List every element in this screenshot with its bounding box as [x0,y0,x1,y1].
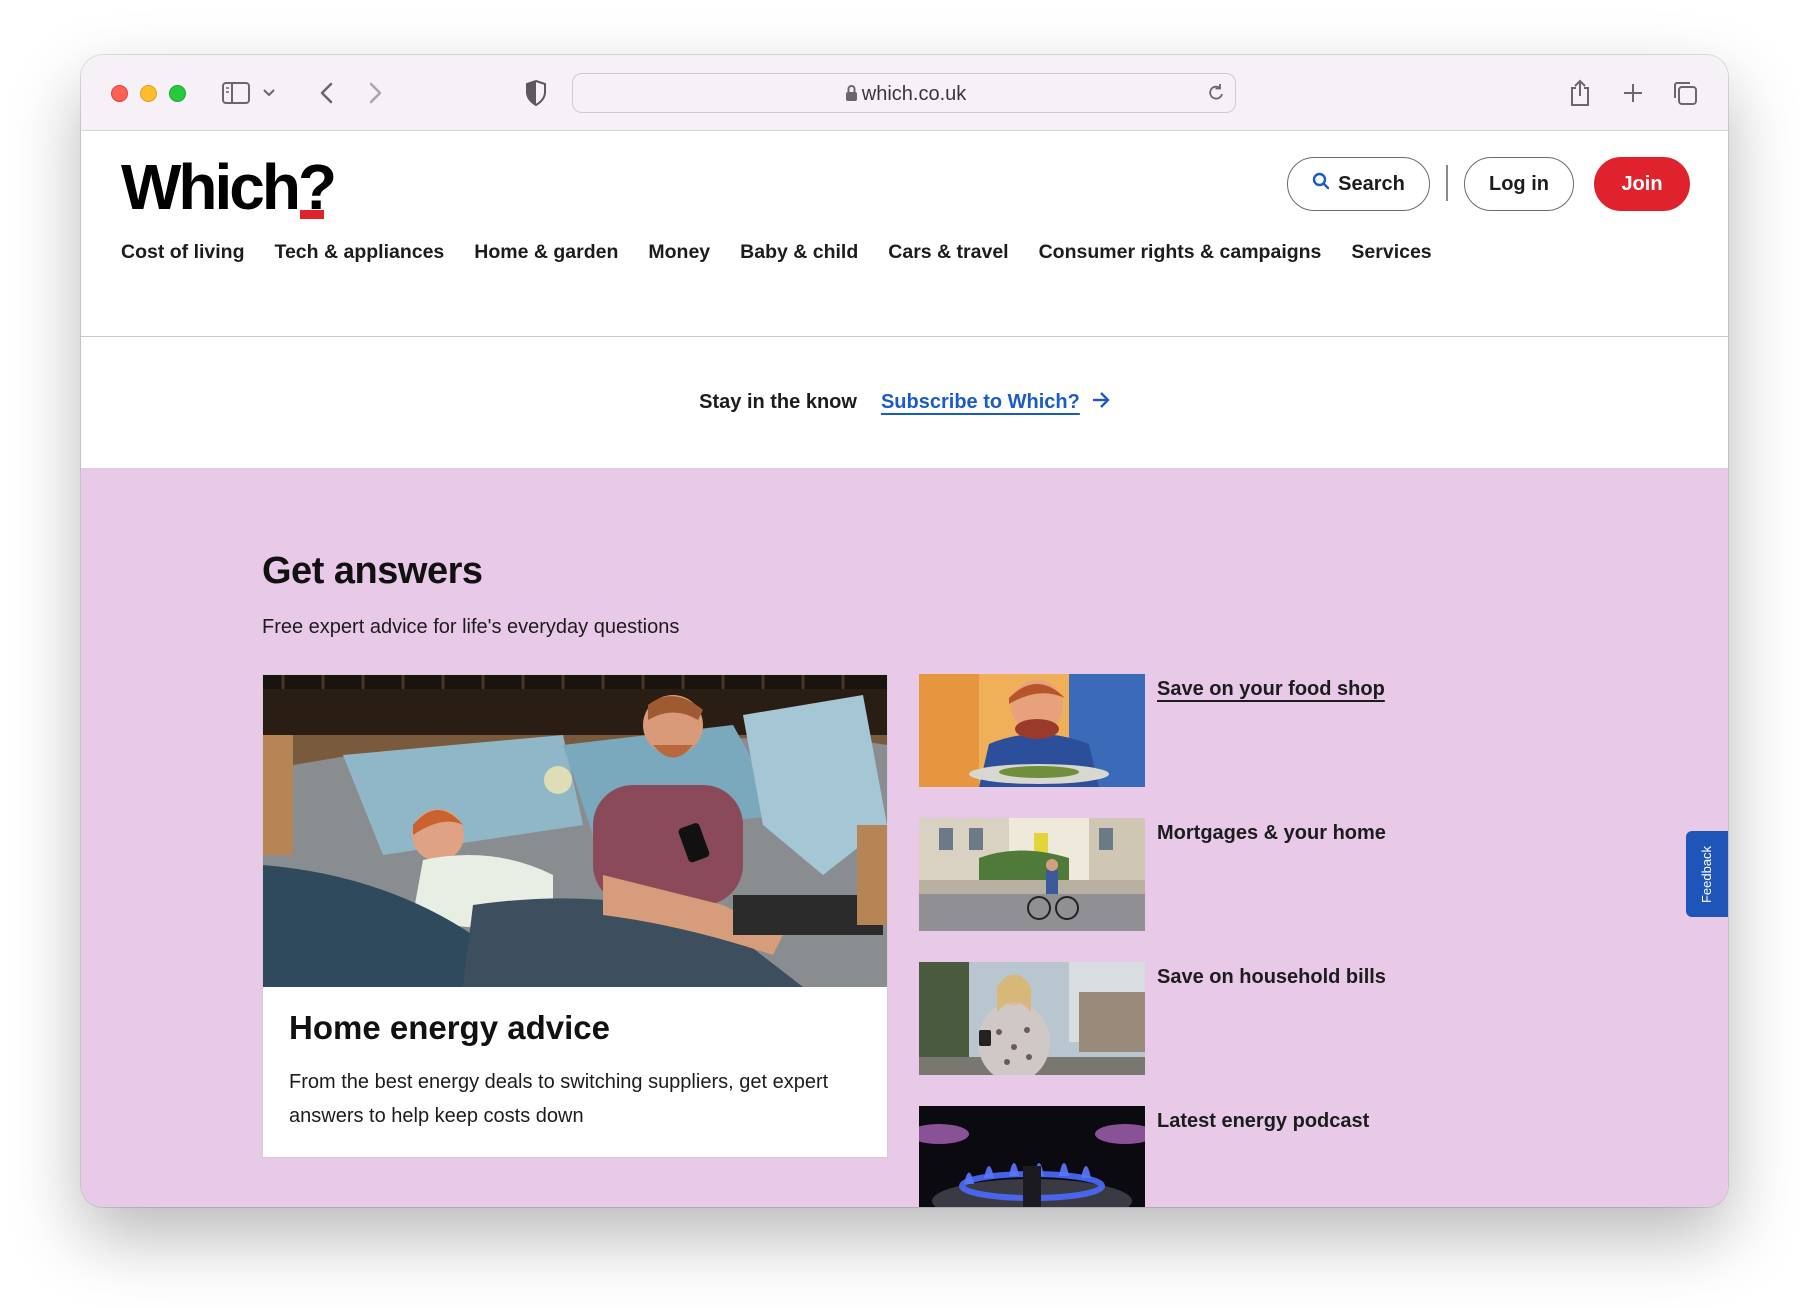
privacy-shield-icon[interactable] [521,77,551,109]
site-header: Which? Search Log in Join Cost of living… [81,131,1728,337]
login-button[interactable]: Log in [1464,157,1574,211]
subscribe-link[interactable]: Subscribe to Which? [881,391,1110,414]
back-arrow-icon[interactable] [311,77,341,109]
nav-home-garden[interactable]: Home & garden [474,241,618,264]
feedback-tab[interactable]: Feedback [1686,831,1728,917]
thumbnail-gas-flame [919,1106,1145,1207]
nav-baby-child[interactable]: Baby & child [740,241,858,264]
nav-money[interactable]: Money [648,241,710,264]
list-item-household-bills[interactable]: Save on household bills [919,962,1419,1076]
feature-title[interactable]: Home energy advice [289,1009,610,1047]
list-item-food-shop[interactable]: Save on your food shop [919,674,1419,788]
nav-tech-appliances[interactable]: Tech & appliances [275,241,445,264]
sidebar-icon[interactable] [221,77,251,109]
thumbnail-cyclist-street [919,818,1145,931]
section-subtitle: Free expert advice for life's everyday q… [262,616,680,638]
which-logo[interactable]: Which? [121,151,337,223]
search-button[interactable]: Search [1287,157,1430,211]
nav-services[interactable]: Services [1351,241,1431,264]
list-item-label[interactable]: Mortgages & your home [1157,822,1386,845]
subscribe-link-label: Subscribe to Which? [880,391,1080,413]
list-item-label[interactable]: Save on household bills [1157,966,1386,989]
main-navigation: Cost of living Tech & appliances Home & … [121,241,1432,264]
browser-toolbar: which.co.uk [81,55,1728,131]
list-item-label[interactable]: Save on your food shop [1157,678,1385,701]
chevron-down-icon[interactable] [261,77,277,109]
section-title: Get answers [262,550,483,592]
arrow-right-icon [1092,391,1110,414]
thumbnail-boy-eating [919,674,1145,787]
list-item-label[interactable]: Latest energy podcast [1157,1110,1369,1133]
logo-text: Which [121,151,301,223]
reload-icon[interactable] [1207,83,1225,108]
feature-image-family-in-bed [263,675,887,987]
nav-cost-of-living[interactable]: Cost of living [121,241,245,264]
get-answers-section: Get answers Free expert advice for life'… [81,468,1728,1207]
feedback-label: Feedback [1699,845,1715,903]
search-button-label: Search [1338,172,1405,195]
forward-arrow-icon[interactable] [361,77,391,109]
thumbnail-woman-with-phone [919,962,1145,1075]
join-button[interactable]: Join [1594,157,1690,211]
search-icon [1312,172,1330,196]
minimize-window-button[interactable] [140,85,157,102]
feature-description: From the best energy deals to switching … [289,1071,829,1127]
feature-card[interactable]: Home energy advice From the best energy … [262,674,888,1158]
zoom-window-button[interactable] [169,85,186,102]
nav-cars-travel[interactable]: Cars & travel [888,241,1008,264]
close-window-button[interactable] [111,85,128,102]
new-tab-icon[interactable] [1618,77,1648,109]
list-item-energy-podcast[interactable]: Latest energy podcast [919,1106,1419,1207]
logo-question-mark: ? [297,151,337,223]
url-text: which.co.uk [861,83,967,105]
tab-overview-icon[interactable] [1669,77,1701,109]
nav-consumer-rights[interactable]: Consumer rights & campaigns [1039,241,1322,264]
share-icon[interactable] [1565,77,1595,109]
browser-window: which.co.uk Which? Search Log in Join Co… [81,55,1728,1207]
address-bar[interactable]: which.co.uk [572,73,1236,113]
subscribe-banner: Stay in the know Subscribe to Which? [81,337,1728,468]
subscribe-prompt: Stay in the know [699,391,857,413]
header-divider [1446,165,1448,201]
list-item-mortgages[interactable]: Mortgages & your home [919,818,1419,932]
